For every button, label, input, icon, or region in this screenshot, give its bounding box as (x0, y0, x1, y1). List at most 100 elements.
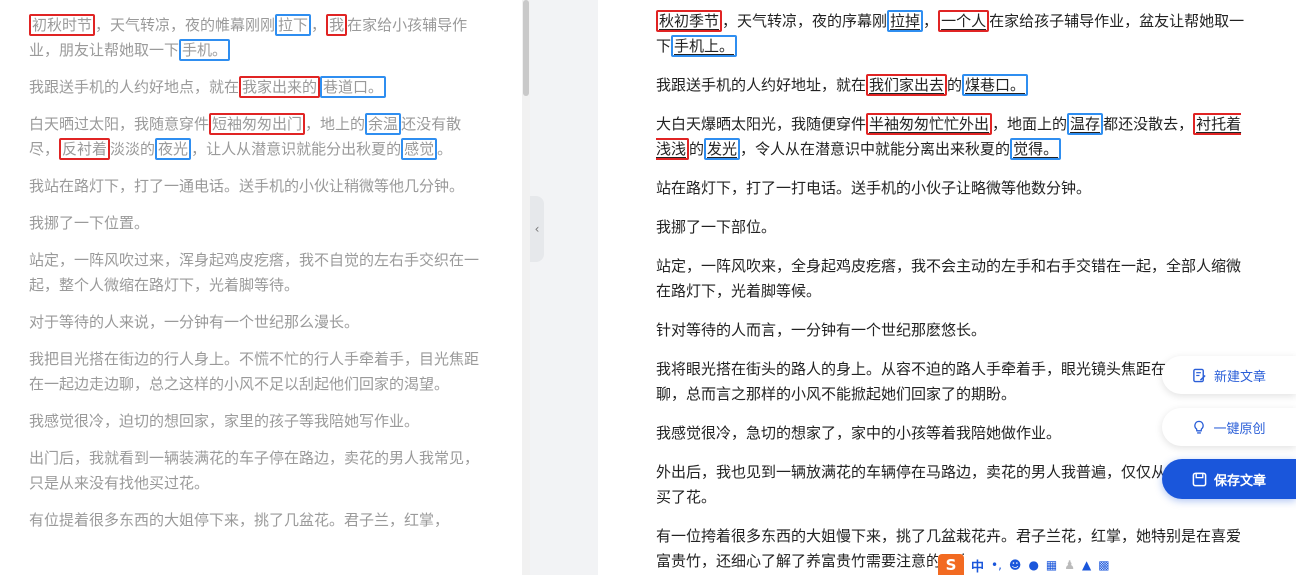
original-paragraph: 对于等待的人来说，一分钟有一个世纪那么漫长。 (29, 310, 484, 335)
text-segment: 我挪了一下部位。 (656, 218, 777, 236)
highlight-replaced-word: 发光 (704, 138, 741, 160)
highlight-replaced-word: 温存 (1067, 113, 1104, 135)
highlight-replaced-word: 余温 (365, 113, 402, 135)
grid-icon[interactable]: ▩ (1098, 558, 1109, 572)
save-article-label: 保存文章 (1213, 473, 1266, 489)
text-segment: 有位提着很多东西的大姐停下来，挑了几盆花。君子兰，红掌， (29, 511, 450, 529)
highlight-replaced-word: 拉下 (275, 14, 312, 36)
text-segment: 针对等待的人而言，一分钟有一个世纪那麽悠长。 (656, 321, 987, 339)
rewritten-paragraph[interactable]: 站定，一阵风吹来，全身起鸡皮疙瘩，我不会主动的左手和右手交错在一起，全部人缩微在… (656, 254, 1246, 304)
original-paragraph: 我跟送手机的人约好地点，就在 我家出来的 巷道口。 (29, 75, 484, 100)
original-paragraph: 站定，一阵风吹过来，浑身起鸡皮疙瘩，我不自觉的左右手交织在一起，整个人微缩在路灯… (29, 248, 484, 298)
text-segment: 的 (947, 76, 963, 94)
original-paragraph: 我感觉很冷，迫切的想回家，家里的孩子等我陪她写作业。 (29, 409, 484, 434)
text-segment: 我跟送手机的人约好地点，就在 (29, 78, 240, 96)
text-segment: 站在路灯下，打了一打电话。送手机的小伙子让略微等他数分钟。 (656, 179, 1092, 197)
text-segment: 我跟送手机的人约好地址，就在 (656, 76, 867, 94)
text-segment: 我挪了一下位置。 (29, 214, 150, 232)
highlight-replaced-word: 手机上。 (671, 35, 738, 57)
chevron-left-icon: ‹ (534, 222, 540, 236)
rewritten-paragraph[interactable]: 秋初季节 ，天气转凉，夜的序幕刚 拉掉，一个人 在家给孩子辅导作业，盆友让帮她取一下手… (656, 9, 1246, 59)
original-paragraph: 出门后，我就看到一辆装满花的车子停在路边，卖花的男人我常见，只是从来没有找他买过… (29, 446, 484, 496)
ime-toolbar[interactable]: S 中 •, ☻ ● ▦ ♟ ▲ ▩ (938, 554, 1160, 575)
one-click-original-button[interactable]: 一键原创 (1162, 408, 1296, 446)
highlight-changed-phrase: 我 (326, 14, 348, 36)
highlight-replaced-word: 夜光 (155, 138, 192, 160)
text-segment: 我将眼光搭在街头的路人的身上。从容不迫的路人手牵着手，眼光镜头焦距在一起边走边聊… (656, 360, 1242, 403)
highlight-replaced-word: 感觉 (401, 138, 438, 160)
text-segment: 白天晒过太阳，我随意穿件 (29, 115, 210, 133)
text-segment: ，天气转凉，夜的帷幕刚刚 (95, 16, 276, 34)
emoji-icon[interactable]: ☻ (1009, 558, 1022, 572)
sogou-logo-icon[interactable]: S (938, 554, 964, 575)
highlight-changed-phrase: 短袖匆匆出门 (209, 113, 306, 135)
text-segment: 我把目光搭在街边的行人身上。不慌不忙的行人手牵着手，目光焦距在一起边走边聊，总之… (29, 350, 480, 393)
text-segment: 我站在路灯下，打了一通电话。送手机的小伙让稍微等他几分钟。 (29, 177, 465, 195)
highlight-replaced-word: 煤巷口。 (962, 74, 1029, 96)
scrollbar-thumb[interactable] (523, 0, 529, 96)
highlight-changed-phrase: 反衬着 (59, 138, 111, 160)
rewritten-text-content[interactable]: 秋初季节 ，天气转凉，夜的序幕刚 拉掉，一个人 在家给孩子辅导作业，盆友让帮她取一下手… (656, 9, 1246, 575)
rewritten-paragraph[interactable]: 外出后，我也见到一辆放满花的车辆停在马路边，卖花的男人我普遍，仅仅从来没有找他买… (656, 460, 1246, 510)
original-paragraph: 我挪了一下位置。 (29, 211, 484, 236)
original-paragraph: 我把目光搭在街边的行人身上。不慌不忙的行人手牵着手，目光焦距在一起边走边聊，总之… (29, 347, 484, 397)
left-scrollbar[interactable] (522, 0, 530, 575)
text-segment: 淡淡的 (110, 140, 156, 158)
user-icon[interactable]: ♟ (1064, 558, 1075, 572)
highlight-changed-phrase: 一个人 (938, 10, 990, 32)
collapse-toggle[interactable]: ‹ (530, 196, 544, 262)
original-paragraph: 白天晒过太阳，我随意穿件 短袖匆匆出门 ，地上的 余温 还没有散尽， 反衬着 淡淡的 夜光 ，让… (29, 112, 484, 162)
rewritten-paragraph[interactable]: 我感觉很冷，急切的想家了，家中的小孩等着我陪她做作业。 (656, 421, 1246, 446)
new-article-button[interactable]: 新建文章 (1162, 356, 1296, 394)
text-segment: 站定，一阵风吹过来，浑身起鸡皮疙瘩，我不自觉的左右手交织在一起，整个人微缩在路灯… (29, 251, 480, 294)
text-segment: ，地上的 (305, 115, 366, 133)
rewritten-paragraph[interactable]: 大白天爆晒太阳光，我随便穿件 半袖匆匆忙忙外出 ，地面上的 温存 都还没散去， 衬托着浅浅… (656, 112, 1246, 162)
text-segment: 出门后，我就看到一辆装满花的车子停在路边，卖花的男人我常见，只是从来没有找他买过… (29, 449, 480, 492)
text-segment: 外出后，我也见到一辆放满花的车辆停在马路边，卖花的男人我普遍，仅仅从来没有找他买… (656, 463, 1242, 506)
text-segment: ， (923, 12, 939, 30)
text-segment: ，天气转凉，夜的序幕刚 (722, 12, 888, 30)
edit-document-icon (1192, 368, 1207, 383)
text-segment: ，令人从在潜意识中就能分离出来秋夏的 (740, 140, 1011, 158)
original-paragraph: 有位提着很多东西的大姐停下来，挑了几盆花。君子兰，红掌， (29, 508, 484, 533)
new-article-label: 新建文章 (1213, 369, 1266, 385)
original-paragraph: 初秋时节 ，天气转凉，夜的帷幕刚刚 拉下，我在家给小孩辅导作业，朋友让帮她取一下 手机… (29, 13, 484, 63)
text-segment: 我感觉很冷，急切的想家了，家中的小孩等着我陪她做作业。 (656, 424, 1062, 442)
one-click-original-label: 一键原创 (1213, 421, 1266, 437)
rewritten-paragraph[interactable]: 站在路灯下，打了一打电话。送手机的小伙子让略微等他数分钟。 (656, 176, 1246, 201)
highlight-changed-phrase: 初秋时节 (29, 14, 96, 36)
text-segment: ，地面上的 (992, 115, 1068, 133)
skin-icon[interactable]: ▲ (1082, 558, 1091, 572)
original-text-content: 初秋时节 ，天气转凉，夜的帷幕刚刚 拉下，我在家给小孩辅导作业，朋友让帮她取一下 手机… (29, 13, 484, 545)
text-segment: ，让人从潜意识就能分出秋夏的 (191, 140, 402, 158)
keyboard-icon[interactable]: ▦ (1046, 558, 1057, 572)
original-text-pane[interactable]: 初秋时节 ，天气转凉，夜的帷幕刚刚 拉下，我在家给小孩辅导作业，朋友让帮她取一下 手机… (0, 0, 522, 575)
save-article-button[interactable]: 保存文章 (1162, 459, 1296, 499)
text-segment: 的 (689, 140, 705, 158)
highlight-changed-phrase: 我家出来的 (239, 76, 321, 98)
highlight-replaced-word: 巷道口。 (320, 76, 387, 98)
highlight-replaced-word: 拉掉 (887, 10, 924, 32)
highlight-replaced-word: 手机。 (179, 39, 231, 61)
text-segment: 站定，一阵风吹来，全身起鸡皮疙瘩，我不会主动的左手和右手交错在一起，全部人缩微在… (656, 257, 1242, 300)
divider-panel: ‹ (530, 0, 598, 575)
ime-mode-toggle[interactable]: 中 (971, 556, 984, 575)
highlight-changed-phrase: 我们家出去 (866, 74, 948, 96)
original-paragraph: 我站在路灯下，打了一通电话。送手机的小伙让稍微等他几分钟。 (29, 174, 484, 199)
lightbulb-icon (1192, 420, 1206, 435)
highlight-changed-phrase: 秋初季节 (656, 10, 723, 32)
rewritten-paragraph[interactable]: 我将眼光搭在街头的路人的身上。从容不迫的路人手牵着手，眼光镜头焦距在一起边走边聊… (656, 357, 1246, 407)
text-segment: 都还没散去， (1103, 115, 1194, 133)
highlight-replaced-word: 觉得。 (1010, 138, 1062, 160)
punctuation-icon[interactable]: •, (991, 558, 1002, 572)
mic-icon[interactable]: ● (1028, 558, 1038, 572)
rewritten-paragraph[interactable]: 我跟送手机的人约好地址，就在 我们家出去的煤巷口。 (656, 73, 1246, 98)
text-segment: 大白天爆晒太阳光，我随便穿件 (656, 115, 867, 133)
text-segment: 。 (437, 140, 453, 158)
text-segment: 对于等待的人来说，一分钟有一个世纪那么漫长。 (29, 313, 360, 331)
text-segment: 我感觉很冷，迫切的想回家，家里的孩子等我陪她写作业。 (29, 412, 420, 430)
highlight-changed-phrase: 半袖匆匆忙忙外出 (866, 113, 993, 135)
rewritten-paragraph[interactable]: 针对等待的人而言，一分钟有一个世纪那麽悠长。 (656, 318, 1246, 343)
rewritten-paragraph[interactable]: 我挪了一下部位。 (656, 215, 1246, 240)
save-icon (1192, 472, 1207, 487)
